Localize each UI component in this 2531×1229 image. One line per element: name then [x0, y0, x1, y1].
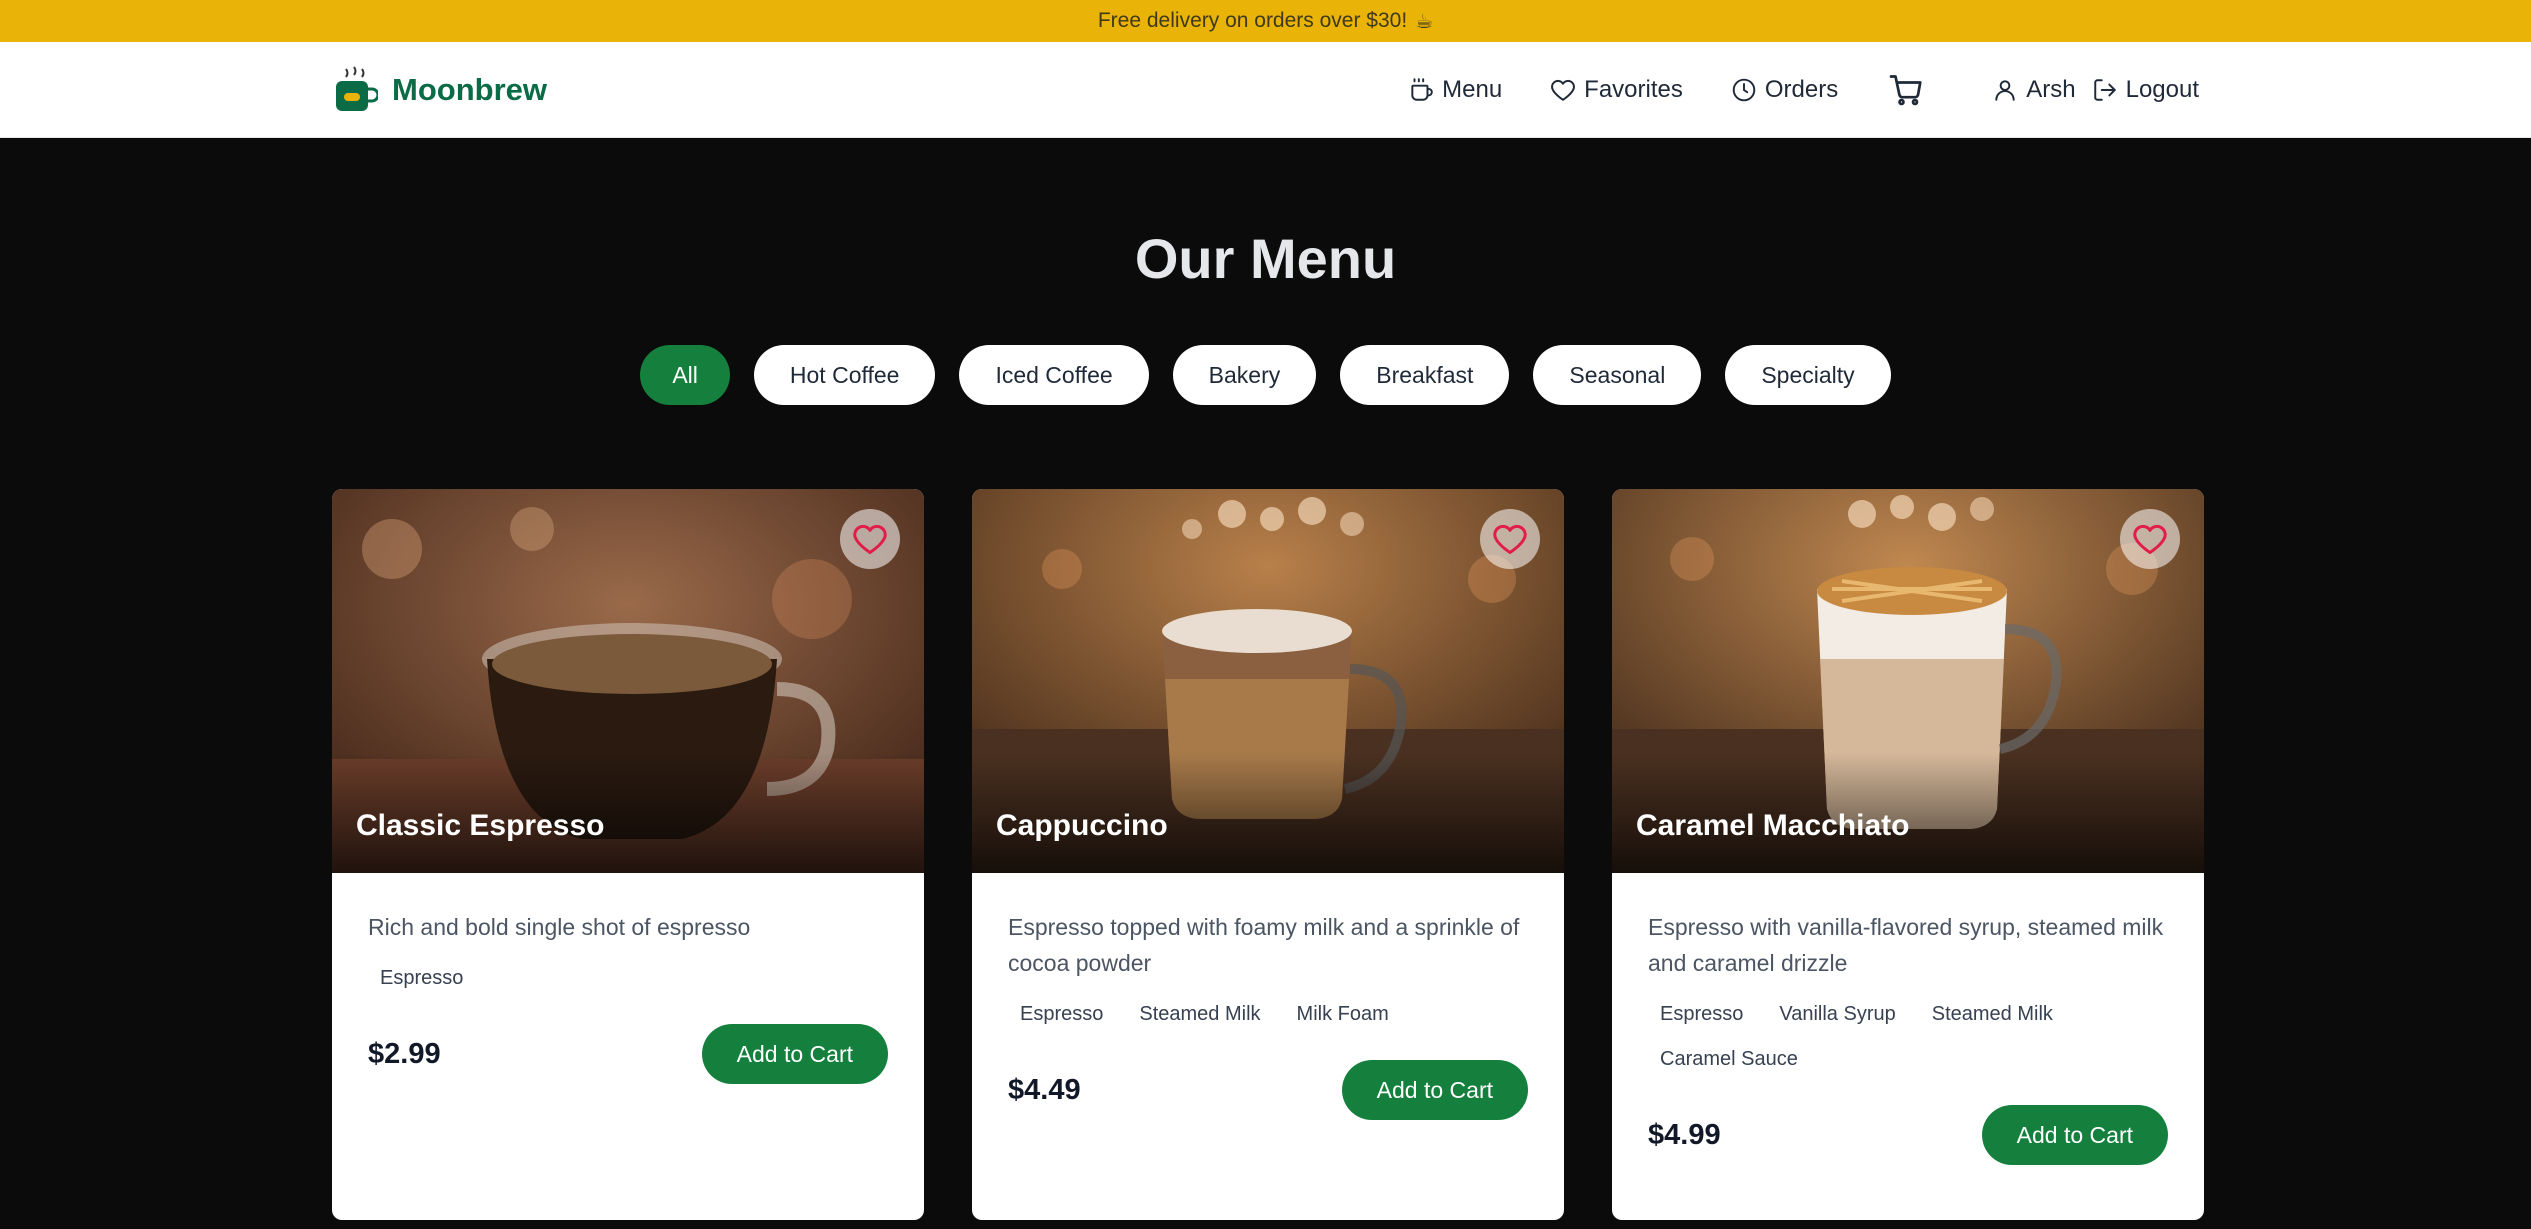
product-name: Cappuccino	[996, 809, 1168, 842]
ingredient-tag: Caramel Sauce	[1660, 1048, 1798, 1070]
nav-menu[interactable]: Menu	[1408, 76, 1502, 104]
product-footer: $4.49 Add to Cart	[1008, 1060, 1528, 1120]
product-card: Caramel Macchiato Espresso with vanilla-…	[1612, 489, 2204, 1220]
ingredient-tag: Espresso	[1020, 1003, 1104, 1025]
user-name: Arsh	[2026, 75, 2076, 103]
main-nav: Menu Favorites Orders Arsh Logout	[1408, 72, 2199, 108]
filter-bakery[interactable]: Bakery	[1172, 345, 1317, 405]
clock-icon	[1732, 78, 1756, 101]
nav-orders[interactable]: Orders	[1731, 76, 1838, 104]
product-grid: Classic Espresso Rich and bold single sh…	[0, 489, 2531, 1220]
page-title: Our Menu	[1134, 227, 1397, 290]
favorite-button[interactable]	[2120, 509, 2180, 569]
menu-page: Our Menu All Hot Coffee Iced Coffee Bake…	[0, 231, 2531, 1220]
filter-specialty[interactable]: Specialty	[1725, 345, 1891, 405]
product-description: Espresso topped with foamy milk and a sp…	[1008, 914, 1520, 976]
logout-icon	[2093, 78, 2116, 101]
nav-orders-label: Orders	[1764, 75, 1839, 103]
product-footer: $4.99 Add to Cart	[1648, 1105, 2168, 1165]
heart-icon	[1551, 79, 1576, 101]
brand-logo-link[interactable]: Moonbrew	[332, 65, 547, 115]
filter-iced-coffee[interactable]: Iced Coffee	[959, 345, 1149, 405]
add-to-cart-button[interactable]: Add to Cart	[701, 1024, 888, 1084]
filter-breakfast[interactable]: Breakfast	[1340, 345, 1510, 405]
ingredient-tag: Milk Foam	[1296, 1003, 1389, 1025]
user-profile[interactable]: Arsh	[1992, 75, 2076, 104]
navbar: Moonbrew Menu Favorites Orders Arsh Logo…	[0, 42, 2531, 138]
favorite-button[interactable]	[1480, 509, 1540, 569]
product-price: $2.99	[368, 1037, 441, 1070]
product-price: $4.49	[1008, 1073, 1081, 1106]
ingredient-tags: Espresso Steamed Milk Milk Foam	[1008, 995, 1528, 1040]
add-to-cart-button[interactable]: Add to Cart	[1341, 1060, 1528, 1120]
heart-icon	[1493, 524, 1527, 554]
product-card: Cappuccino Espresso topped with foamy mi…	[972, 489, 1564, 1220]
promo-text: Free delivery on orders over $30!	[1097, 9, 1408, 32]
ingredient-tags: Espresso Vanilla Syrup Steamed Milk Cara…	[1648, 995, 2168, 1085]
favorite-button[interactable]	[840, 509, 900, 569]
product-details: Espresso topped with foamy milk and a sp…	[972, 873, 1564, 1120]
product-footer: $2.99 Add to Cart	[368, 1024, 888, 1084]
ingredient-tag: Steamed Milk	[1139, 1003, 1261, 1025]
product-description: Espresso with vanilla-flavored syrup, st…	[1648, 914, 2164, 976]
ingredient-tag: Espresso	[1660, 1003, 1744, 1025]
nav-menu-label: Menu	[1442, 75, 1503, 103]
product-name: Caramel Macchiato	[1636, 809, 1910, 842]
ingredient-tag: Steamed Milk	[1931, 1003, 2053, 1025]
ingredient-tag: Espresso	[380, 967, 464, 989]
user-icon	[1995, 79, 2015, 101]
moonbrew-logo-icon	[336, 65, 378, 111]
product-details: Rich and bold single shot of espresso Es…	[332, 873, 924, 1084]
product-name: Classic Espresso	[356, 809, 605, 842]
filter-hot-coffee[interactable]: Hot Coffee	[753, 345, 936, 405]
logout-button[interactable]: Logout	[2092, 76, 2199, 104]
brand-name: Moonbrew	[392, 71, 547, 107]
heart-icon	[2133, 524, 2167, 554]
logout-label: Logout	[2125, 75, 2199, 103]
product-details: Espresso with vanilla-flavored syrup, st…	[1612, 873, 2204, 1165]
coffee-cup-emoji-icon: ☕	[1415, 10, 1434, 33]
filter-all[interactable]: All	[640, 345, 730, 405]
filter-seasonal[interactable]: Seasonal	[1533, 345, 1702, 405]
product-image: Cappuccino	[972, 489, 1564, 873]
product-image: Classic Espresso	[332, 489, 924, 873]
cart-button[interactable]	[1888, 72, 1924, 108]
coffee-icon	[1411, 77, 1433, 101]
category-filters: All Hot Coffee Iced Coffee Bakery Breakf…	[0, 345, 2531, 405]
product-price: $4.99	[1648, 1118, 1721, 1151]
nav-favorites[interactable]: Favorites	[1550, 76, 1683, 104]
nav-favorites-label: Favorites	[1584, 75, 1683, 103]
cart-icon	[1889, 74, 1922, 105]
promo-banner: Free delivery on orders over $30! ☕	[0, 0, 2531, 42]
product-image: Caramel Macchiato	[1612, 489, 2204, 873]
ingredient-tag: Vanilla Syrup	[1779, 1003, 1896, 1025]
add-to-cart-button[interactable]: Add to Cart	[1981, 1105, 2168, 1165]
product-card: Classic Espresso Rich and bold single sh…	[332, 489, 924, 1220]
heart-icon	[853, 524, 887, 554]
product-description: Rich and bold single shot of espresso	[368, 914, 751, 940]
ingredient-tags: Espresso	[368, 959, 888, 1004]
